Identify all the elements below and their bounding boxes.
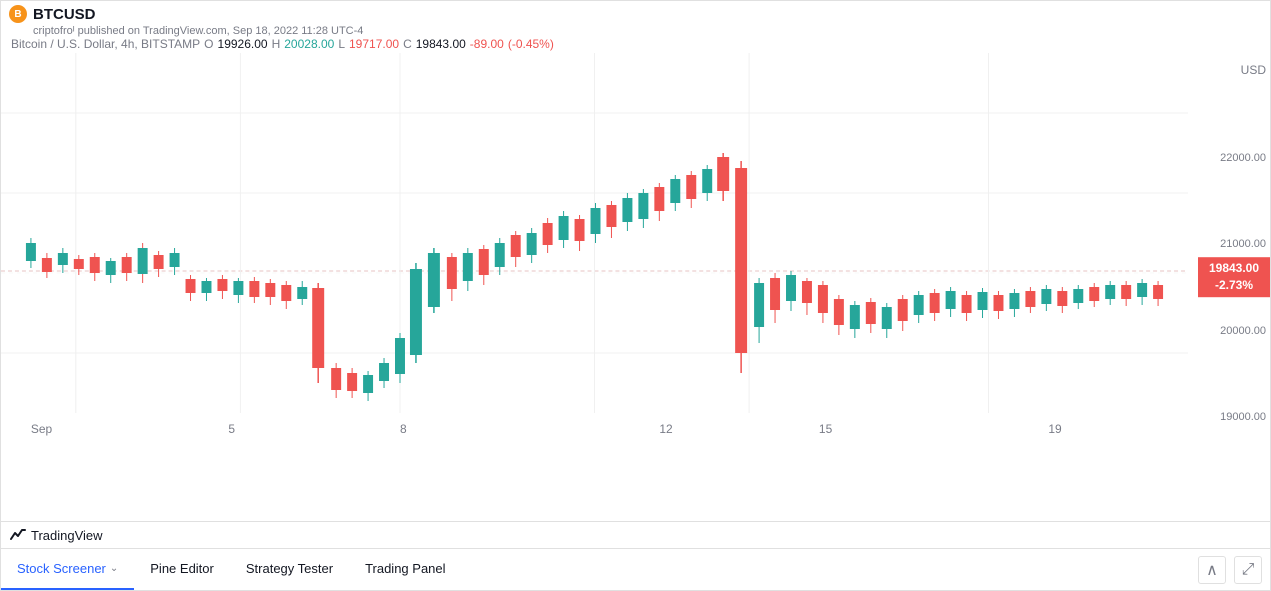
- tv-logo: TradingView: [9, 526, 103, 544]
- collapse-button[interactable]: ∧: [1198, 556, 1226, 584]
- symbol-row: B BTCUSD: [9, 5, 1262, 23]
- collapse-icon: ∧: [1206, 560, 1218, 580]
- h-label: H: [272, 37, 281, 51]
- bottom-tabs: Stock Screener ⌄ Pine Editor Strategy Te…: [1, 548, 1270, 590]
- h-value: 20028.00: [284, 37, 334, 51]
- l-value: 19717.00: [349, 37, 399, 51]
- tab-stock-screener[interactable]: Stock Screener ⌄: [1, 549, 134, 590]
- tv-logo-text: TradingView: [31, 528, 103, 543]
- currency-label: USD: [1188, 63, 1266, 77]
- price-axis: USD 22000.00 21000.00 20000.00 19000.00: [1188, 53, 1270, 453]
- c-value: 19843.00: [416, 37, 466, 51]
- instrument-label: Bitcoin / U.S. Dollar, 4h, BITSTAMP: [11, 37, 200, 51]
- chart-header: B BTCUSD criptofroᴵ published on Trading…: [1, 1, 1270, 53]
- change-value: -89.00: [470, 37, 504, 51]
- tab-controls: ∧ ⤢: [1198, 556, 1270, 584]
- change-pct: (-0.45%): [508, 37, 554, 51]
- stock-screener-chevron: ⌄: [110, 563, 118, 574]
- tab-trading-panel[interactable]: Trading Panel: [349, 549, 461, 590]
- svg-text:8: 8: [400, 422, 407, 436]
- symbol-name: BTCUSD: [33, 6, 96, 23]
- o-value: 19926.00: [218, 37, 268, 51]
- published-text: criptofroᴵ published on TradingView.com,…: [33, 25, 1262, 37]
- main-container: B BTCUSD criptofroᴵ published on Trading…: [0, 0, 1271, 591]
- price-level-1: 21000.00: [1188, 238, 1266, 250]
- svg-text:12: 12: [659, 422, 673, 436]
- tab-strategy-tester[interactable]: Strategy Tester: [230, 549, 349, 590]
- expand-button[interactable]: ⤢: [1234, 556, 1262, 584]
- o-label: O: [204, 37, 213, 51]
- svg-text:19: 19: [1048, 422, 1062, 436]
- price-level-2: 20000.00: [1188, 325, 1266, 337]
- price-level-0: 22000.00: [1188, 152, 1266, 164]
- chart-area: B BTCUSD criptofroᴵ published on Trading…: [1, 1, 1270, 521]
- chart-wrapper: USD 22000.00 21000.00 20000.00 19000.00 …: [1, 53, 1270, 453]
- c-label: C: [403, 37, 412, 51]
- l-label: L: [338, 37, 345, 51]
- tradingview-logo-icon: [9, 526, 27, 544]
- svg-text:Sep: Sep: [31, 422, 53, 436]
- tab-pine-editor[interactable]: Pine Editor: [134, 549, 230, 590]
- svg-text:15: 15: [819, 422, 833, 436]
- price-level-3: 19000.00: [1188, 411, 1266, 423]
- candlestick-chart: Sep 5 8 12 15 19: [1, 53, 1188, 453]
- expand-icon: ⤢: [1242, 561, 1255, 579]
- ohlc-row: Bitcoin / U.S. Dollar, 4h, BITSTAMP O 199…: [11, 37, 1262, 51]
- btc-icon: B: [9, 5, 27, 23]
- svg-text:5: 5: [228, 422, 235, 436]
- tv-footer: TradingView: [1, 521, 1270, 548]
